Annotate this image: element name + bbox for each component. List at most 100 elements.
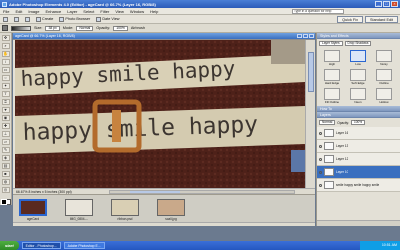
blur-tool-icon[interactable]: ◍ [1, 179, 10, 185]
bin-item[interactable]: IMG_0804-... [65, 199, 93, 221]
eye-icon[interactable] [319, 170, 322, 174]
doc-maximize-button[interactable] [303, 34, 308, 38]
blend-mode-select[interactable]: Normal [319, 120, 336, 125]
doc-minimize-button[interactable] [297, 34, 302, 38]
clone-stamp-tool-icon[interactable]: ⊥ [1, 131, 10, 137]
type-tool-icon[interactable]: T [1, 91, 10, 97]
bin-thumbnail[interactable] [19, 199, 47, 216]
style-thumb[interactable] [350, 88, 366, 100]
airbrush-label[interactable]: Airbrush [131, 26, 145, 30]
quick-fix-button[interactable]: Quick Fix [337, 16, 363, 23]
vertical-scroll-thumb[interactable] [308, 52, 314, 92]
eye-icon[interactable] [319, 183, 322, 187]
paint-bucket-tool-icon[interactable]: ◈ [1, 155, 10, 161]
style-thumb[interactable] [324, 69, 340, 81]
close-button[interactable]: × [391, 1, 398, 7]
color-swatches[interactable] [0, 199, 11, 205]
bin-thumbnail[interactable] [111, 199, 139, 216]
save-button[interactable] [22, 16, 33, 22]
bin-item[interactable]: scall.jpg [157, 199, 185, 221]
minimize-button[interactable]: _ [375, 1, 382, 7]
taskbar-item-photoshop[interactable]: Adobe Photoshop E... [63, 242, 105, 249]
start-button[interactable]: start [0, 241, 19, 250]
menu-help[interactable]: Help [147, 9, 161, 14]
layer-row[interactable]: Layer 12 [317, 153, 400, 166]
layer-row[interactable]: Layer 16 [317, 127, 400, 140]
bin-item[interactable]: ageCard [19, 199, 47, 221]
cookie-cutter-tool-icon[interactable]: ♥ [1, 107, 10, 113]
style-item[interactable]: Fill Outline [321, 88, 343, 104]
red-eye-tool-icon[interactable]: ◉ [1, 115, 10, 121]
layer-row-selected[interactable]: Layer 10 [317, 166, 400, 179]
style-item[interactable]: Outline [373, 69, 395, 85]
marquee-tool-icon[interactable]: ▭ [1, 67, 10, 73]
eye-icon[interactable] [319, 144, 322, 148]
standard-edit-button[interactable]: Standard Edit [364, 16, 398, 23]
style-thumb[interactable] [376, 88, 392, 100]
menu-file[interactable]: File [0, 9, 12, 14]
healing-brush-tool-icon[interactable]: ✚ [1, 123, 10, 129]
layer-row[interactable]: Layer 13 [317, 140, 400, 153]
new-button[interactable] [0, 16, 11, 22]
style-thumb[interactable] [324, 50, 340, 62]
style-item[interactable]: Hollow [373, 88, 395, 104]
create-button[interactable]: Create [33, 16, 56, 22]
move-tool-icon[interactable]: ✥ [1, 35, 10, 41]
vertical-scrollbar[interactable] [305, 40, 315, 188]
mode-select[interactable]: Normal [76, 25, 94, 31]
style-item[interactable]: Noisy [373, 50, 395, 66]
doc-close-button[interactable] [309, 34, 314, 38]
menu-view[interactable]: View [112, 9, 127, 14]
hand-tool-icon[interactable]: ✋ [1, 51, 10, 57]
bin-thumbnail[interactable] [65, 199, 93, 216]
layer-row[interactable]: smile happy smile happy smile [317, 179, 400, 192]
bin-item[interactable]: ribbon.psd [111, 199, 139, 221]
style-item[interactable]: High [321, 50, 343, 66]
foreground-color-swatch[interactable] [0, 199, 7, 205]
menu-image[interactable]: Image [25, 9, 42, 14]
photo-browser-button[interactable]: Photo Browser [56, 16, 93, 22]
menu-window[interactable]: Window [127, 9, 147, 14]
menu-layer[interactable]: Layer [64, 9, 80, 14]
eye-icon[interactable] [319, 131, 322, 135]
style-item[interactable]: Soft Edge [347, 69, 369, 85]
gradient-tool-icon[interactable]: ▤ [1, 163, 10, 169]
menu-select[interactable]: Select [80, 9, 97, 14]
menu-enhance[interactable]: Enhance [42, 9, 64, 14]
style-set-select[interactable]: Drop Shadows [344, 41, 372, 46]
magic-wand-tool-icon[interactable]: ✦ [1, 83, 10, 89]
brush-tool-icon[interactable]: ✎ [1, 147, 10, 153]
style-thumb[interactable] [376, 69, 392, 81]
horizontal-scroll-thumb[interactable] [130, 191, 180, 193]
size-field[interactable]: 38 px [45, 25, 60, 31]
bin-thumbnail[interactable] [157, 199, 185, 216]
style-thumb[interactable] [324, 88, 340, 100]
sponge-tool-icon[interactable]: ◎ [1, 187, 10, 193]
date-view-button[interactable]: Date View [93, 16, 122, 22]
image-canvas[interactable]: happy smile happy happy smile happy [15, 40, 305, 188]
brush-tool-icon[interactable] [2, 25, 8, 31]
eyedropper-tool-icon[interactable]: / [1, 59, 10, 65]
eye-icon[interactable] [319, 157, 322, 161]
style-thumb[interactable] [350, 50, 366, 62]
crop-tool-icon[interactable]: ⌗ [1, 99, 10, 105]
layer-opacity-field[interactable]: 100% [350, 120, 366, 125]
open-button[interactable] [11, 16, 22, 22]
taskbar-item-editor[interactable]: Editor - Photoshop... [21, 242, 61, 249]
style-category-select[interactable]: Layer Styles [319, 41, 343, 46]
style-item[interactable]: Neon [347, 88, 369, 104]
help-search-input[interactable]: Type in a question for help [292, 9, 344, 14]
style-thumb[interactable] [376, 50, 392, 62]
style-thumb[interactable] [350, 69, 366, 81]
style-item[interactable]: Low [347, 50, 369, 66]
lasso-tool-icon[interactable]: ○ [1, 75, 10, 81]
menu-filter[interactable]: Filter [97, 9, 112, 14]
brush-preset-picker[interactable] [11, 25, 31, 31]
opacity-field[interactable]: 100% [113, 25, 128, 31]
menu-edit[interactable]: Edit [12, 9, 25, 14]
zoom-tool-icon[interactable]: ⌕ [1, 43, 10, 49]
style-item[interactable]: Hard Edge [321, 69, 343, 85]
shape-tool-icon[interactable]: ■ [1, 171, 10, 177]
eraser-tool-icon[interactable]: ▱ [1, 139, 10, 145]
maximize-button[interactable]: □ [383, 1, 390, 7]
